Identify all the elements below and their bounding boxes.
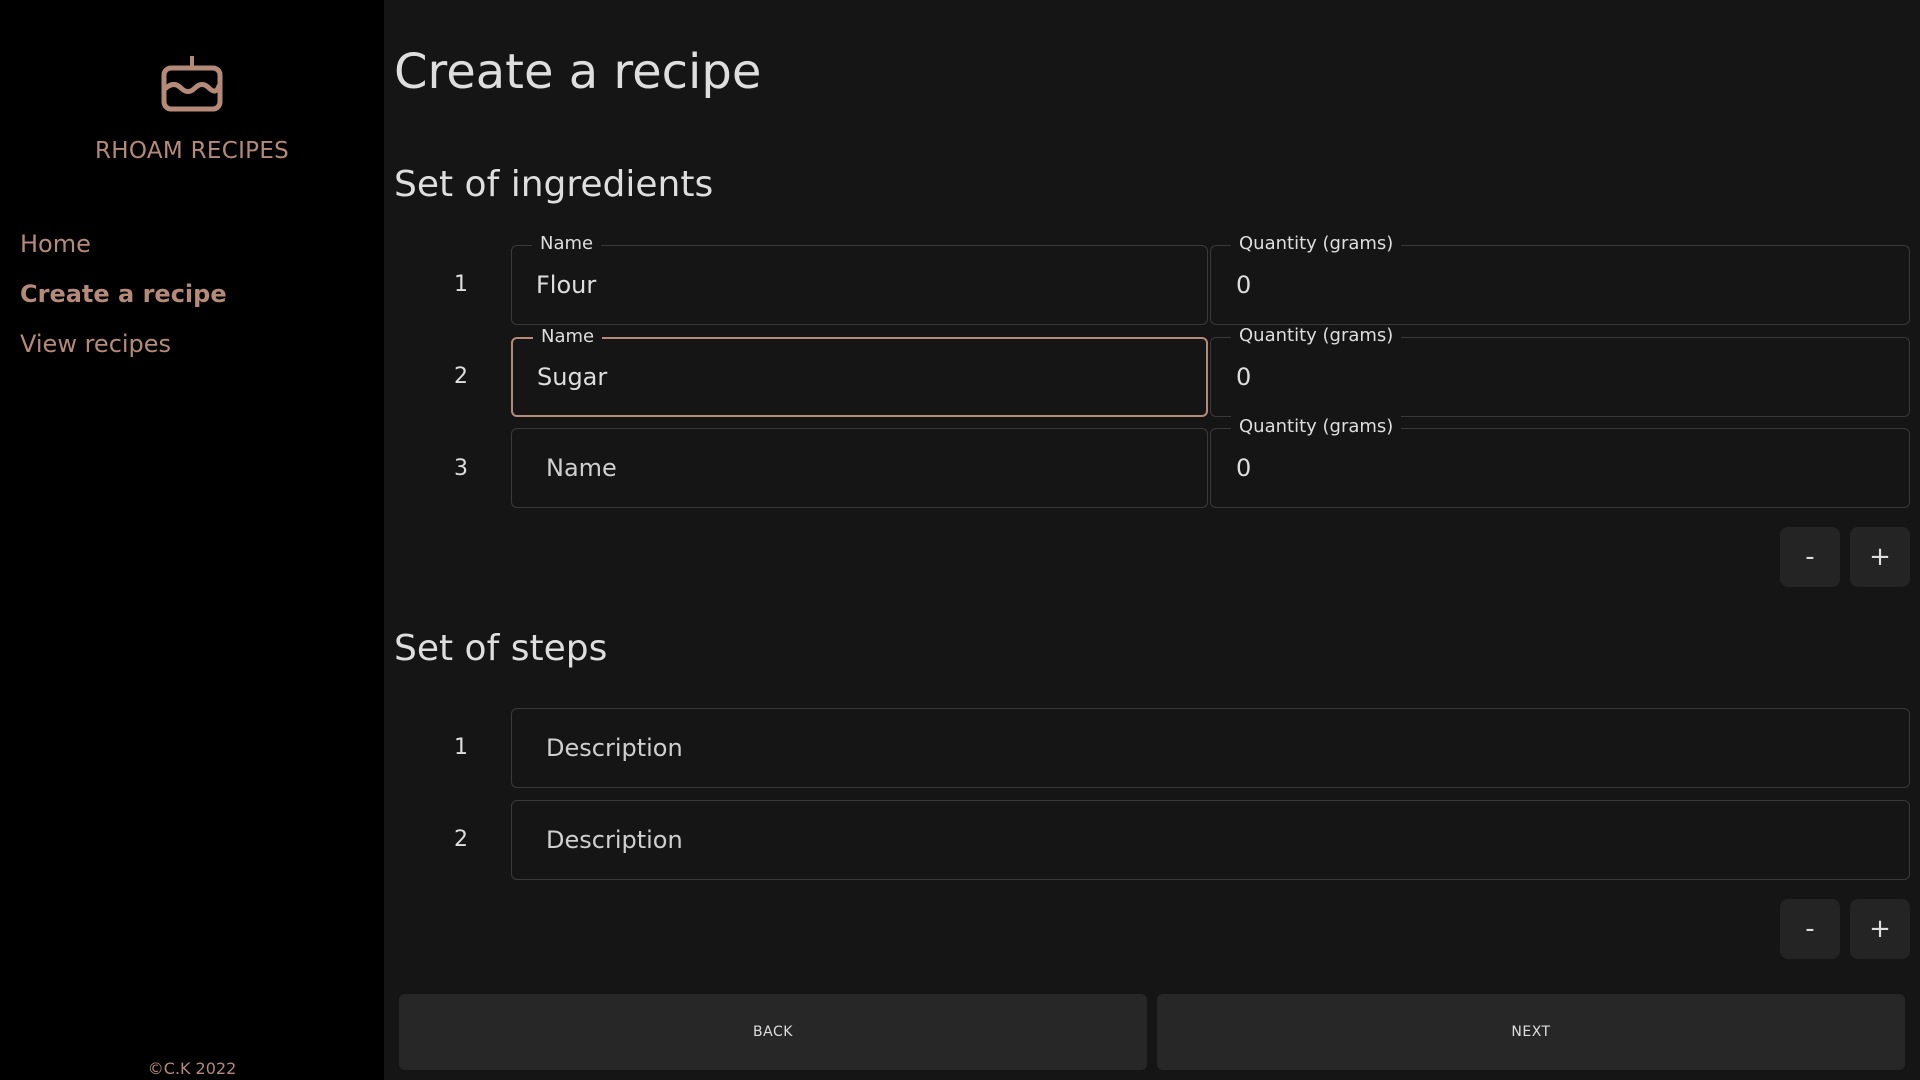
ingredient-number: 2: [454, 364, 468, 389]
field-label: Name: [533, 326, 603, 348]
ingredient-quantity-field[interactable]: Quantity (grams) 0: [1210, 233, 1910, 325]
field-value: Flour: [536, 271, 597, 299]
ingredient-name-field[interactable]: Name Flour: [511, 233, 1208, 325]
field-placeholder: Description: [546, 734, 683, 762]
cake-icon: [161, 56, 223, 112]
ingredients-heading: Set of ingredients: [394, 164, 714, 205]
field-value: 0: [1236, 454, 1252, 482]
steps-heading: Set of steps: [394, 628, 608, 669]
remove-ingredient-button[interactable]: -: [1780, 527, 1840, 587]
step-description-field[interactable]: Description: [511, 708, 1910, 788]
ingredient-name-field[interactable]: Name: [511, 428, 1208, 508]
field-label: Name: [532, 233, 602, 255]
nav-item-view-recipes[interactable]: View recipes: [20, 330, 171, 358]
field-value: 0: [1236, 271, 1252, 299]
back-button[interactable]: BACK: [399, 994, 1147, 1070]
add-ingredient-button[interactable]: +: [1850, 527, 1910, 587]
page-title: Create a recipe: [394, 44, 762, 100]
field-value: 0: [1236, 363, 1252, 391]
field-label: Quantity (grams): [1231, 325, 1402, 347]
ingredient-number: 1: [454, 272, 468, 297]
ingredient-quantity-field[interactable]: Quantity (grams) 0: [1210, 416, 1910, 508]
app-root: RHOAM RECIPES Home Create a recipe View …: [0, 0, 1920, 1080]
ingredient-quantity-field[interactable]: Quantity (grams) 0: [1210, 325, 1910, 417]
add-step-button[interactable]: +: [1850, 899, 1910, 959]
sidebar: RHOAM RECIPES Home Create a recipe View …: [0, 0, 384, 1080]
step-number: 1: [454, 735, 468, 760]
nav-item-home[interactable]: Home: [20, 230, 91, 258]
field-label: Quantity (grams): [1231, 416, 1402, 438]
field-label: Quantity (grams): [1231, 233, 1402, 255]
step-description-field[interactable]: Description: [511, 800, 1910, 880]
next-button[interactable]: NEXT: [1157, 994, 1905, 1070]
brand-name: RHOAM RECIPES: [94, 138, 290, 164]
nav-item-create-recipe[interactable]: Create a recipe: [20, 280, 227, 308]
copyright: ©C.K 2022: [147, 1059, 237, 1078]
field-placeholder: Description: [546, 826, 683, 854]
ingredient-number: 3: [454, 456, 468, 481]
ingredient-name-field[interactable]: Name Sugar: [511, 326, 1208, 417]
step-number: 2: [454, 827, 468, 852]
field-value: Sugar: [537, 363, 608, 391]
field-placeholder: Name: [546, 454, 617, 482]
remove-step-button[interactable]: -: [1780, 899, 1840, 959]
main-content: Create a recipe Set of ingredients 1 Nam…: [384, 0, 1920, 1080]
